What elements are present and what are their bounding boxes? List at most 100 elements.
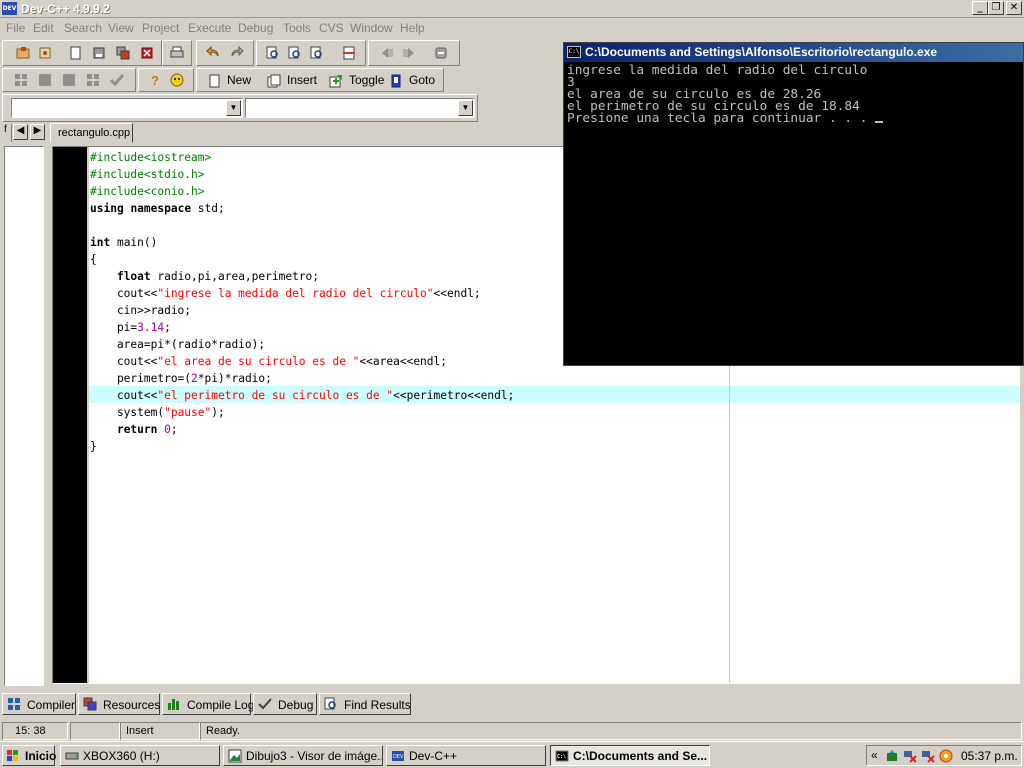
next-page-button[interactable] — [399, 43, 419, 63]
tab-compile-log[interactable]: Compile Log — [162, 693, 254, 715]
code-line[interactable]: using namespace std; — [90, 200, 225, 217]
devcpp-app-icon[interactable]: DEV — [2, 2, 17, 15]
member-combo[interactable]: ▼ — [245, 98, 475, 118]
toggle-bookmark-button[interactable]: Toggle — [327, 72, 387, 90]
replace-button[interactable] — [285, 43, 305, 63]
project-tab-fragment[interactable]: f — [4, 124, 12, 142]
menu-tools[interactable]: Tools — [283, 21, 311, 35]
compile-button[interactable] — [11, 70, 31, 90]
menu-project[interactable]: Project — [142, 21, 179, 35]
console-title-bar[interactable]: C:\ C:\Documents and Settings\Alfonso\Es… — [564, 43, 1023, 62]
code-line[interactable]: #include<conio.h> — [90, 183, 205, 200]
task-image-viewer[interactable]: Dibujo3 - Visor de imáge... — [223, 745, 383, 766]
menu-window[interactable]: Window — [350, 21, 393, 35]
tray-expand-button[interactable]: « — [871, 748, 878, 762]
task-console[interactable]: C:\ C:\Documents and Se... — [550, 745, 710, 766]
code-line[interactable]: #include<iostream> — [90, 149, 211, 166]
new-class-button[interactable]: New — [205, 72, 265, 90]
nav-toolbar — [368, 40, 460, 66]
compile-run-button[interactable] — [59, 70, 79, 90]
save-button[interactable] — [89, 43, 109, 63]
tab-rectangulo-cpp[interactable]: rectangulo.cpp — [50, 123, 133, 143]
menu-execute[interactable]: Execute — [188, 21, 231, 35]
find-button[interactable] — [263, 43, 283, 63]
close-button[interactable]: ✕ — [1006, 1, 1022, 15]
check-syntax-button[interactable] — [107, 70, 127, 90]
menu-cvs[interactable]: CVS — [319, 21, 344, 35]
undo-icon — [206, 46, 219, 57]
tab-resources[interactable]: Resources — [78, 693, 160, 715]
code-line[interactable]: int main() — [90, 234, 157, 251]
redo-button[interactable] — [227, 43, 247, 63]
menu-search[interactable]: Search — [64, 21, 102, 35]
code-line[interactable]: return 0; — [90, 421, 178, 438]
menu-view[interactable]: View — [108, 21, 134, 35]
code-line[interactable]: cout<<"ingrese la medida del radio del c… — [90, 285, 481, 302]
close-file-button[interactable] — [137, 43, 157, 63]
open-file-button[interactable] — [35, 43, 55, 63]
find-icon — [324, 697, 336, 710]
restore-button[interactable]: ❐ — [988, 1, 1004, 15]
antivirus-icon[interactable] — [939, 749, 953, 763]
code-line[interactable]: perimetro=(2*pi)*radio; — [90, 370, 272, 387]
minimize-button[interactable]: _ — [972, 1, 988, 15]
scroll-right-button[interactable]: ▶ — [30, 124, 45, 140]
open-project-icon — [16, 47, 30, 59]
save-all-button[interactable] — [113, 43, 133, 63]
task-label: Dev-C++ — [409, 749, 458, 763]
code-line[interactable]: area=pi*(radio*radio); — [90, 336, 265, 353]
prev-page-button[interactable] — [377, 43, 397, 63]
code-token: return — [116, 423, 158, 436]
code-token: "el area de su circulo es de " — [157, 355, 360, 368]
tab-find-results[interactable]: Find Results — [319, 693, 411, 715]
code-token: "pause" — [164, 406, 212, 419]
code-line[interactable]: float radio,pi,area,perimetro; — [90, 268, 319, 285]
find-next-button[interactable] — [307, 43, 327, 63]
code-line[interactable]: cin>>radio; — [90, 302, 191, 319]
safely-remove-hardware-icon[interactable] — [885, 749, 899, 763]
undo-button[interactable] — [203, 43, 223, 63]
cursor-position: 15: 38 — [2, 722, 68, 740]
tab-debug[interactable]: Debug — [253, 693, 317, 715]
class-combo[interactable]: ▼ — [11, 98, 243, 118]
code-line[interactable]: cout<<"el area de su circulo es de "<<ar… — [90, 353, 447, 370]
console-icon[interactable]: C:\ — [567, 46, 581, 58]
project-panel[interactable] — [4, 146, 44, 686]
menu-debug[interactable]: Debug — [238, 21, 273, 35]
console-window[interactable]: C:\ C:\Documents and Settings\Alfonso\Es… — [563, 42, 1024, 366]
menu-file[interactable]: File — [6, 21, 25, 35]
scroll-left-button[interactable]: ◀ — [13, 124, 28, 140]
about-button[interactable] — [167, 70, 187, 90]
run-button[interactable] — [35, 70, 55, 90]
code-line[interactable]: cout<<"el perimetro de su circulo es de … — [90, 387, 514, 404]
rebuild-all-button[interactable] — [83, 70, 103, 90]
chevron-down-icon[interactable]: ▼ — [458, 100, 473, 116]
network-disconnected-icon[interactable] — [903, 749, 917, 763]
menu-edit[interactable]: Edit — [33, 21, 54, 35]
code-line[interactable]: #include<stdio.h> — [90, 166, 205, 183]
next-page-icon — [403, 48, 414, 58]
resources-icon — [83, 697, 97, 711]
code-line[interactable]: system("pause"); — [90, 404, 225, 421]
task-xbox360-drive[interactable]: XBOX360 (H:) — [60, 745, 220, 766]
menu-help[interactable]: Help — [400, 21, 425, 35]
network-error-icon[interactable] — [921, 749, 935, 763]
console-output[interactable]: ingrese la medida del radio del circulo … — [567, 64, 1022, 364]
tab-compiler[interactable]: Compiler — [2, 693, 76, 715]
open-project-button[interactable] — [13, 43, 33, 63]
code-line[interactable]: } — [90, 438, 97, 455]
chevron-down-icon[interactable]: ▼ — [226, 100, 241, 116]
task-devcpp[interactable]: DEV Dev-C++ — [386, 745, 546, 766]
insert-button[interactable]: Insert — [265, 72, 325, 90]
help-button[interactable]: ? — [145, 70, 165, 90]
code-token: <<endl; — [433, 287, 481, 300]
start-button[interactable]: Inicio — [2, 745, 56, 766]
code-line[interactable]: pi=3.14; — [90, 319, 171, 336]
goto-bookmark-button[interactable]: Goto — [387, 72, 439, 90]
svg-text:?: ? — [151, 73, 159, 87]
new-file-button[interactable] — [65, 43, 85, 63]
remove-button[interactable] — [431, 43, 451, 63]
print-button[interactable] — [167, 43, 187, 63]
code-line[interactable]: { — [90, 251, 97, 268]
goto-line-button[interactable] — [339, 43, 359, 63]
